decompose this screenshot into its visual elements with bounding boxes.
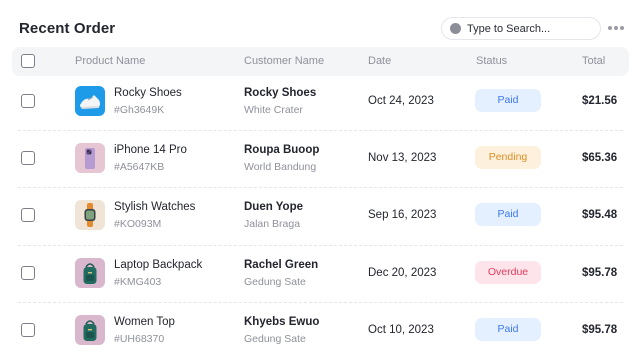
backpack-thumbnail — [75, 258, 105, 288]
product-id: #KO093M — [114, 218, 162, 230]
column-header-status[interactable]: Status — [476, 55, 507, 67]
watch-thumbnail — [75, 200, 105, 230]
column-header-total[interactable]: Total — [582, 55, 605, 67]
table-row[interactable]: Women Top #UH68370 Khyebs Ewuo Gedung Sate O… — [12, 302, 629, 359]
order-date: Sep 16, 2023 — [368, 209, 437, 221]
card-header: Recent Order — [0, 0, 641, 46]
status-badge: Paid — [475, 318, 541, 341]
product-name[interactable]: Laptop Backpack — [114, 259, 202, 271]
order-date: Oct 24, 2023 — [368, 95, 434, 107]
customer-name: Rocky Shoes — [244, 87, 317, 99]
product-name[interactable]: Women Top — [114, 316, 175, 328]
customer-address: World Bandung — [244, 161, 317, 173]
table-header: Product Name Customer Name Date Status T… — [12, 47, 629, 76]
more-options-icon[interactable] — [607, 22, 625, 34]
product-id: #A5647KB — [114, 161, 165, 173]
product-name[interactable]: Rocky Shoes — [114, 87, 182, 99]
order-total: $21.56 — [582, 95, 618, 107]
search-icon — [450, 23, 461, 34]
order-total: $95.78 — [582, 324, 618, 336]
customer-address: White Crater — [244, 104, 303, 116]
order-total: $65.36 — [582, 152, 618, 164]
search-box[interactable] — [441, 17, 601, 40]
status-badge: Pending — [475, 146, 541, 169]
customer-name: Khyebs Ewuo — [244, 316, 320, 328]
order-total: $95.78 — [582, 267, 618, 279]
column-header-product[interactable]: Product Name — [75, 55, 145, 67]
backpack-thumbnail — [75, 315, 105, 345]
search-input[interactable] — [467, 20, 595, 37]
table-row[interactable]: iPhone 14 Pro #A5647KB Roupa Buoop World Ba… — [12, 130, 629, 187]
customer-address: Gedung Sate — [244, 276, 306, 288]
sneakers-thumbnail — [75, 86, 105, 116]
column-header-customer[interactable]: Customer Name — [244, 55, 324, 67]
product-id: #UH68370 — [114, 333, 165, 345]
order-date: Oct 10, 2023 — [368, 324, 434, 336]
recent-order-card: Recent Order Product Name Customer Name … — [0, 0, 641, 360]
customer-address: Jalan Braga — [244, 218, 301, 230]
status-badge: Paid — [475, 203, 541, 226]
row-checkbox[interactable] — [21, 208, 35, 222]
customer-address: Gedung Sate — [244, 333, 306, 345]
status-badge: Paid — [475, 89, 541, 112]
select-all-checkbox[interactable] — [21, 54, 35, 68]
row-checkbox[interactable] — [21, 266, 35, 280]
table-row[interactable]: Stylish Watches #KO093M Duen Yope Jalan Bra… — [12, 187, 629, 244]
phone-thumbnail — [75, 143, 105, 173]
row-checkbox[interactable] — [21, 151, 35, 165]
product-name[interactable]: iPhone 14 Pro — [114, 144, 187, 156]
product-id: #KMG403 — [114, 276, 162, 288]
row-checkbox[interactable] — [21, 94, 35, 108]
column-header-date[interactable]: Date — [368, 55, 391, 67]
row-checkbox[interactable] — [21, 323, 35, 337]
table-row[interactable]: Laptop Backpack #KMG403 Rachel Green Gedung… — [12, 245, 629, 302]
customer-name: Duen Yope — [244, 201, 303, 213]
customer-name: Roupa Buoop — [244, 144, 320, 156]
order-date: Nov 13, 2023 — [368, 152, 437, 164]
card-title: Recent Order — [19, 20, 116, 37]
order-date: Dec 20, 2023 — [368, 267, 437, 279]
status-badge: Overdue — [475, 261, 541, 284]
table-row[interactable]: Rocky Shoes #Gh3649K Rocky Shoes White Crat… — [12, 73, 629, 130]
customer-name: Rachel Green — [244, 259, 319, 271]
product-name[interactable]: Stylish Watches — [114, 201, 195, 213]
order-total: $95.48 — [582, 209, 618, 221]
product-id: #Gh3649K — [114, 104, 165, 116]
